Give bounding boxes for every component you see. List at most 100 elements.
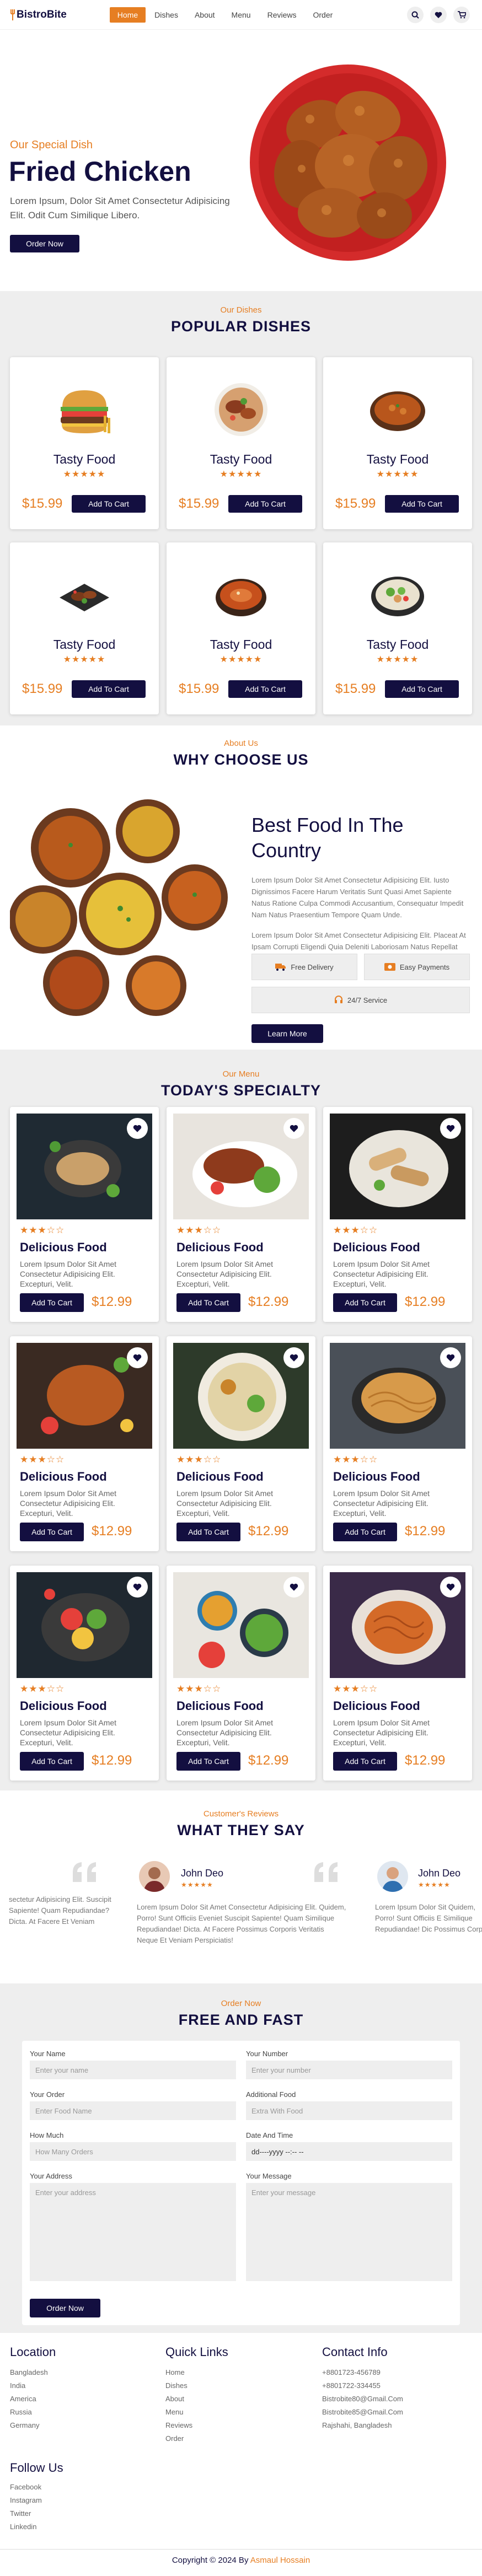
social-link[interactable]: Twitter bbox=[10, 2509, 31, 2518]
datetime-input[interactable]: dd----yyyy --:-- -- bbox=[246, 2142, 452, 2161]
quick-link[interactable]: Menu bbox=[165, 2408, 184, 2416]
add-to-cart-button[interactable]: Add To Cart bbox=[20, 1523, 84, 1541]
quick-link[interactable]: Order bbox=[165, 2434, 184, 2443]
add-to-cart-button[interactable]: Add To Cart bbox=[72, 495, 146, 513]
address-label: Your Address bbox=[30, 2172, 72, 2180]
social-link[interactable]: Facebook bbox=[10, 2483, 41, 2491]
order-form: Your Name Enter your name Your Number En… bbox=[22, 2041, 460, 2325]
menu-subtitle: Our Menu bbox=[222, 1069, 260, 1079]
heart-icon[interactable] bbox=[440, 1118, 461, 1139]
reviewer-stars: ★★★★★ bbox=[181, 1881, 213, 1889]
name-input[interactable]: Enter your name bbox=[30, 2061, 236, 2079]
quick-link[interactable]: Reviews bbox=[165, 2421, 192, 2429]
nav-home[interactable]: Home bbox=[109, 7, 146, 23]
menu-card: ★★★☆☆ Delicious Food Lorem Ipsum Dolor S… bbox=[10, 1336, 159, 1551]
location-link[interactable]: Russia bbox=[10, 2408, 32, 2416]
heart-icon[interactable] bbox=[127, 1118, 148, 1139]
dish-price: $15.99 bbox=[22, 496, 63, 511]
add-to-cart-button[interactable]: Add To Cart bbox=[176, 1752, 240, 1771]
add-to-cart-button[interactable]: Add To Cart bbox=[228, 680, 302, 698]
message-label: Your Message bbox=[246, 2172, 292, 2180]
menu-stars: ★★★☆☆ bbox=[333, 1454, 378, 1465]
number-input[interactable]: Enter your number bbox=[246, 2061, 452, 2079]
add-to-cart-button[interactable]: Add To Cart bbox=[20, 1293, 84, 1312]
review-card-center: John Deo ★★★★★ Lorem Ipsum Dolor Sit Ame… bbox=[137, 1861, 352, 1944]
utensils-icon bbox=[10, 9, 15, 20]
social-link[interactable]: Linkedin bbox=[10, 2523, 36, 2531]
easy-payments-label: Easy Payments bbox=[399, 962, 450, 971]
heart-icon[interactable] bbox=[283, 1577, 304, 1598]
dish-name: Tasty Food bbox=[366, 452, 429, 466]
add-to-cart-button[interactable]: Add To Cart bbox=[228, 495, 302, 513]
menu-item-text: Lorem Ipsum Dolor Sit Amet Consectetur A… bbox=[333, 1718, 430, 1747]
contact-item[interactable]: +8801722-334455 bbox=[322, 2381, 381, 2390]
logo[interactable]: BistroBite bbox=[10, 9, 67, 21]
reviewer-stars: ★★★★★ bbox=[418, 1881, 451, 1889]
howmuch-input[interactable]: How Many Orders bbox=[30, 2142, 236, 2161]
add-to-cart-button[interactable]: Add To Cart bbox=[385, 495, 459, 513]
contact-item[interactable]: +8801723-456789 bbox=[322, 2368, 381, 2376]
cart-icon[interactable] bbox=[453, 7, 470, 23]
location-link[interactable]: Germany bbox=[10, 2421, 39, 2429]
dish-stars: ★★★★★ bbox=[219, 470, 263, 479]
order-input[interactable]: Enter Food Name bbox=[30, 2101, 236, 2120]
add-to-cart-button[interactable]: Add To Cart bbox=[176, 1293, 240, 1312]
dish-stars: ★★★★★ bbox=[63, 470, 106, 479]
heart-icon[interactable] bbox=[283, 1347, 304, 1368]
contact-item[interactable]: Rajshahi, Bangladesh bbox=[322, 2421, 392, 2429]
message-textarea[interactable]: Enter your message bbox=[246, 2183, 452, 2281]
heart-icon[interactable] bbox=[440, 1347, 461, 1368]
quote-icon bbox=[73, 1862, 96, 1882]
nav-menu[interactable]: Menu bbox=[224, 7, 259, 23]
curry-bowl-image bbox=[367, 379, 428, 443]
location-link[interactable]: India bbox=[10, 2381, 25, 2390]
contact-item[interactable]: Bistrobite80@Gmail.Com bbox=[322, 2395, 403, 2403]
order-label: Your Order bbox=[30, 2090, 65, 2099]
order-subtitle: Order Now bbox=[221, 1999, 261, 2008]
search-icon[interactable] bbox=[407, 7, 424, 23]
home-subtitle: Our Special Dish bbox=[10, 139, 93, 151]
menu-item-name: Delicious Food bbox=[176, 1699, 264, 1713]
add-to-cart-button[interactable]: Add To Cart bbox=[333, 1523, 397, 1541]
heart-icon[interactable] bbox=[440, 1577, 461, 1598]
heart-icon[interactable] bbox=[127, 1347, 148, 1368]
order-section: Order Now FREE AND FAST Your Name Enter … bbox=[0, 1983, 482, 2333]
nav-about[interactable]: About bbox=[187, 7, 223, 23]
quick-link[interactable]: Home bbox=[165, 2368, 185, 2376]
avatar bbox=[377, 1861, 408, 1892]
menu-item-price: $12.99 bbox=[405, 1753, 446, 1768]
add-to-cart-button[interactable]: Add To Cart bbox=[385, 680, 459, 698]
submit-order-button[interactable]: Order Now bbox=[30, 2299, 100, 2317]
contact-item[interactable]: Bistrobite85@Gmail.Com bbox=[322, 2408, 403, 2416]
quick-link[interactable]: About bbox=[165, 2395, 184, 2403]
nav-dishes[interactable]: Dishes bbox=[147, 7, 186, 23]
heart-icon[interactable] bbox=[430, 7, 447, 23]
address-textarea[interactable]: Enter your address bbox=[30, 2183, 236, 2281]
add-to-cart-button[interactable]: Add To Cart bbox=[333, 1752, 397, 1771]
dish-price: $15.99 bbox=[335, 681, 376, 696]
copyright-author[interactable]: Asmaul Hossain bbox=[250, 2556, 310, 2565]
heart-icon[interactable] bbox=[127, 1577, 148, 1598]
add-to-cart-button[interactable]: Add To Cart bbox=[72, 680, 146, 698]
nav-order[interactable]: Order bbox=[305, 7, 340, 23]
order-now-button[interactable]: Order Now bbox=[10, 235, 79, 252]
datetime-value: dd----yyyy --:-- -- bbox=[251, 2147, 304, 2156]
learn-more-button[interactable]: Learn More bbox=[251, 1024, 323, 1043]
indian-dishes-image bbox=[10, 799, 228, 1016]
menu-title: TODAY'S SPECIALTY bbox=[161, 1082, 321, 1099]
location-link[interactable]: America bbox=[10, 2395, 36, 2403]
heart-icon[interactable] bbox=[283, 1118, 304, 1139]
menu-item-price: $12.99 bbox=[92, 1294, 132, 1309]
location-link[interactable]: Bangladesh bbox=[10, 2368, 48, 2376]
service-feature: 24/7 Service bbox=[251, 987, 470, 1013]
nav-reviews[interactable]: Reviews bbox=[260, 7, 304, 23]
add-to-cart-button[interactable]: Add To Cart bbox=[333, 1293, 397, 1312]
social-link[interactable]: Instagram bbox=[10, 2496, 42, 2504]
add-to-cart-button[interactable]: Add To Cart bbox=[20, 1752, 84, 1771]
location-title: Location bbox=[10, 2345, 56, 2359]
menu-item-text: Lorem Ipsum Dolor Sit Amet Consectetur A… bbox=[20, 1489, 117, 1518]
quote-icon bbox=[314, 1862, 338, 1882]
quick-link[interactable]: Dishes bbox=[165, 2381, 188, 2390]
add-to-cart-button[interactable]: Add To Cart bbox=[176, 1523, 240, 1541]
additional-input[interactable]: Extra With Food bbox=[246, 2101, 452, 2120]
